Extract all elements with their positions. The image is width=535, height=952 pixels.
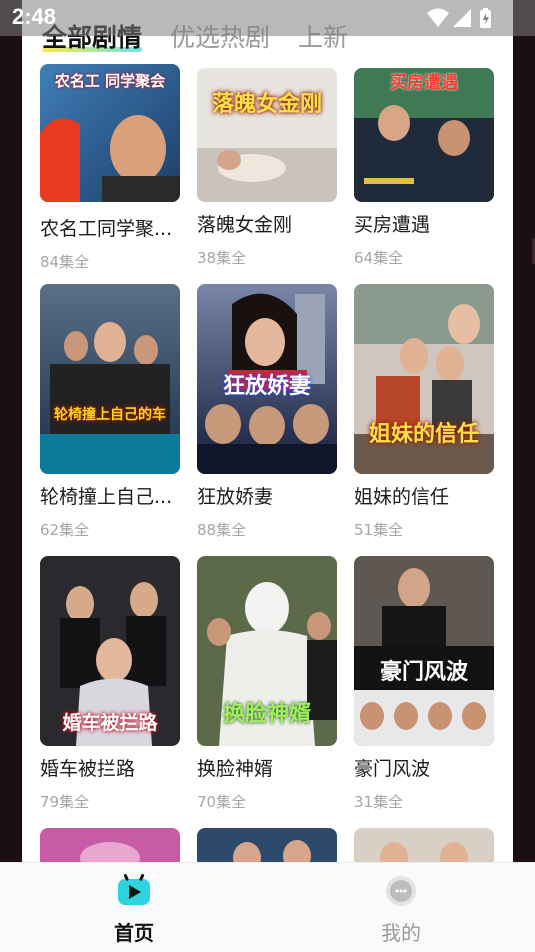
- episode-count: 31集全: [354, 793, 404, 811]
- episode-count: 70集全: [197, 793, 247, 811]
- bottom-navigation: 首页 我的: [0, 862, 535, 952]
- nav-profile[interactable]: 我的: [356, 873, 446, 946]
- status-time: 2:48: [12, 4, 57, 29]
- poster-caption: 狂放娇妻: [222, 374, 311, 399]
- drama-card[interactable]: 换脸神婿 换脸神婿 70集全: [197, 556, 339, 812]
- drama-card[interactable]: 婚车被拦路 婚车被拦路 79集全: [40, 556, 182, 812]
- episode-count: 51集全: [354, 521, 404, 539]
- drama-title: 农名工同学聚...: [40, 218, 173, 240]
- drama-poster[interactable]: 轮椅撞上自己的车: [40, 284, 180, 474]
- poster-caption: 豪门风波: [379, 660, 468, 685]
- drama-card[interactable]: 豪门风波 豪门风波 31集全: [354, 556, 496, 812]
- drama-poster[interactable]: 婚车被拦路: [40, 556, 180, 746]
- drama-title: 狂放娇妻: [197, 486, 274, 508]
- poster-caption: 轮椅撞上自己的车: [54, 407, 166, 423]
- drama-poster[interactable]: 换脸神婿: [197, 556, 337, 746]
- episode-count: 64集全: [354, 249, 404, 267]
- drama-card[interactable]: 落魄女金刚 落魄女金刚 38集全: [197, 68, 339, 268]
- drama-title: 轮椅撞上自己...: [40, 486, 173, 508]
- tv-icon: [116, 873, 152, 909]
- left-backdrop: [0, 0, 22, 951]
- poster-caption: 姐妹的信任: [368, 422, 479, 447]
- drama-title: 买房遭遇: [354, 214, 431, 236]
- poster-caption: 落魄女金刚: [211, 92, 322, 117]
- right-backdrop: [513, 0, 535, 951]
- drama-poster[interactable]: 豪门风波: [354, 556, 494, 746]
- drama-poster[interactable]: 农名工 同学聚会: [40, 64, 180, 202]
- drama-poster[interactable]: 落魄女金刚: [197, 68, 337, 202]
- episode-count: 38集全: [197, 249, 247, 267]
- drama-card[interactable]: 轮椅撞上自己的车 轮椅撞上自己... 62集全: [40, 284, 182, 540]
- poster-caption: 换脸神婿: [222, 702, 311, 727]
- drama-card[interactable]: 买房遭遇 买房遭遇 64集全: [354, 68, 496, 268]
- status-bar: 2:48: [0, 0, 535, 36]
- episode-count: 88集全: [197, 521, 247, 539]
- user-chat-icon: [383, 873, 419, 909]
- wifi-icon: [427, 8, 449, 27]
- nav-label: 我的: [381, 921, 421, 945]
- drama-card[interactable]: 农名工 同学聚会 农名工同学聚... 84集全: [40, 64, 182, 272]
- poster-caption: 婚车被拦路: [62, 712, 158, 734]
- drama-card[interactable]: 姐妹的信任 姐妹的信任 51集全: [354, 284, 496, 540]
- episode-count: 62集全: [40, 521, 90, 539]
- drama-title: 落魄女金刚: [197, 214, 293, 236]
- drama-poster[interactable]: 狂放娇妻: [197, 284, 337, 474]
- drama-title: 姐妹的信任: [354, 486, 450, 508]
- drama-card[interactable]: 狂放娇妻 狂放娇妻 88集全: [197, 284, 339, 540]
- poster-caption: 买房遭遇: [390, 73, 458, 93]
- nav-label: 首页: [114, 921, 154, 945]
- drama-title: 豪门风波: [354, 758, 431, 780]
- status-icons: [425, 7, 495, 29]
- drama-poster[interactable]: 姐妹的信任: [354, 284, 494, 474]
- battery-icon: [480, 8, 491, 28]
- poster-caption: 农名工 同学聚会: [54, 72, 166, 90]
- episode-count: 79集全: [40, 793, 90, 811]
- episode-count: 84集全: [40, 253, 90, 271]
- drama-title: 换脸神婿: [197, 758, 274, 780]
- nav-home[interactable]: 首页: [89, 873, 179, 946]
- drama-poster[interactable]: 买房遭遇: [354, 68, 494, 202]
- drama-title: 婚车被拦路: [40, 758, 136, 780]
- signal-icon: [453, 9, 471, 27]
